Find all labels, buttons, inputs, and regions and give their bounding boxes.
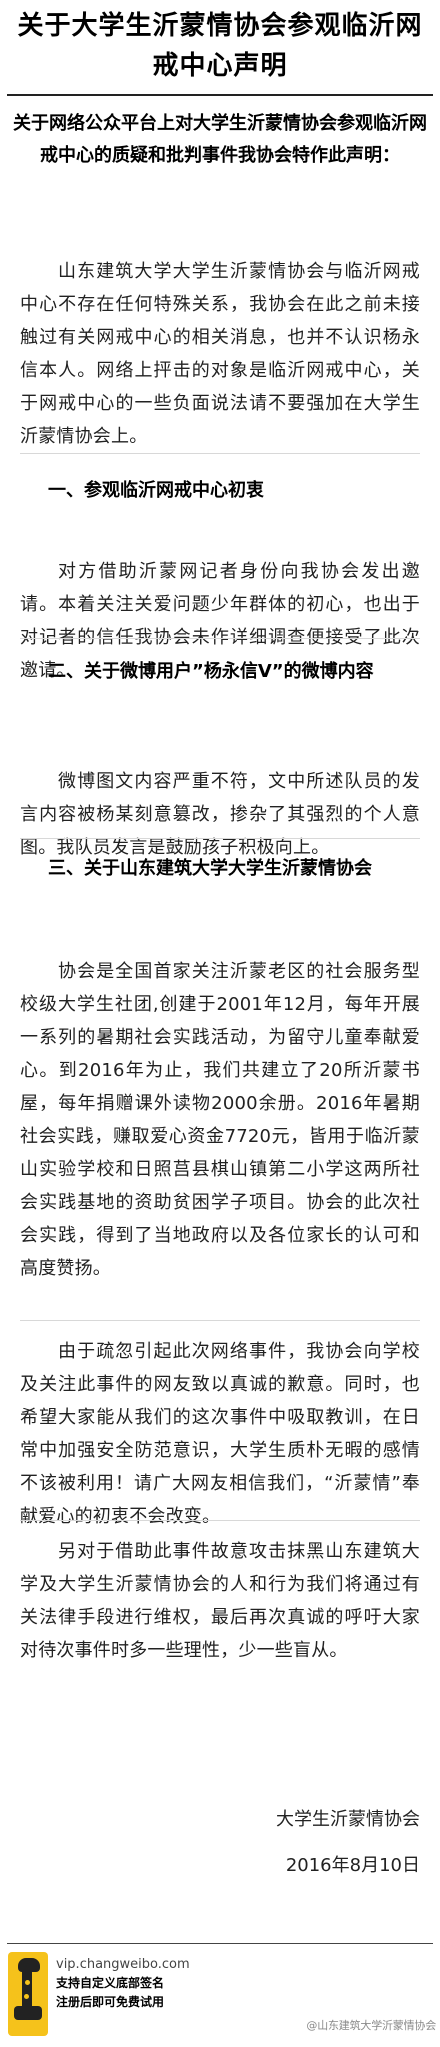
divider [20, 638, 420, 639]
footer-line-2: 注册后即可免费试用 [56, 1995, 165, 2009]
divider [20, 1520, 420, 1521]
section-3-body-3: 另对于借助此事件故意攻击抹黑山东建筑大学及大学生沂蒙情协会的人和行为我们将通过有… [20, 1541, 420, 1661]
section-heading-2: 二、关于微博用户”杨永信V”的微博内容 [48, 661, 374, 682]
giraffe-neck-shape [22, 1970, 32, 2010]
footer-line-1: 支持自定义底部签名 [56, 1976, 165, 1990]
document-title: 关于大学生沂蒙情协会参观临沂网戒中心声明 [17, 11, 423, 81]
divider [20, 838, 420, 839]
section-3-body-1: 协会是全国首家关注沂蒙老区的社会服务型校级大学生社团,创建于2001年12月，每… [20, 961, 420, 1279]
section-heading-3: 三、关于山东建筑大学大学生沂蒙情协会 [48, 858, 372, 879]
divider [20, 1320, 420, 1321]
footer-promo: vip.changweibo.com 支持自定义底部签名 注册后即可免费试用 [56, 1955, 276, 2012]
section-2-body: 微博图文内容严重不符，文中所述队员的发言内容被杨某刻意篡改，掺杂了其强烈的个人意… [20, 771, 420, 858]
footer-divider [7, 1943, 433, 1944]
footer-url-link[interactable]: vip.changweibo.com [56, 1955, 276, 1974]
title-divider [7, 94, 433, 96]
giraffe-body-shape [14, 2006, 42, 2020]
giraffe-spot [24, 1994, 29, 1999]
weibo-watermark: @山东建筑大学沂蒙情协会 [306, 2019, 436, 2032]
signature-organization: 大学生沂蒙情协会 [276, 1809, 420, 1830]
paragraph-relationship: 山东建筑大学大学生沂蒙情协会与临沂网戒中心不存在任何特殊关系，我协会在此之前未接… [20, 261, 420, 447]
long-weibo-image: 关于大学生沂蒙情协会参观临沂网戒中心声明 关于网络公众平台上对大学生沂蒙情协会参… [0, 0, 440, 2047]
statement-intro: 关于网络公众平台上对大学生沂蒙情协会参观临沂网戒中心的质疑和批判事件我协会特作此… [13, 113, 427, 166]
divider [20, 453, 420, 454]
giraffe-logo-icon[interactable] [8, 1952, 48, 2036]
signature-date: 2016年8月10日 [285, 1855, 420, 1876]
section-heading-1: 一、参观临沂网戒中心初衷 [48, 480, 264, 501]
section-3-body-2: 由于疏忽引起此次网络事件，我协会向学校及关注此事件的网友致以真诚的歉意。同时，也… [20, 1341, 420, 1527]
giraffe-spot [25, 1980, 30, 1985]
